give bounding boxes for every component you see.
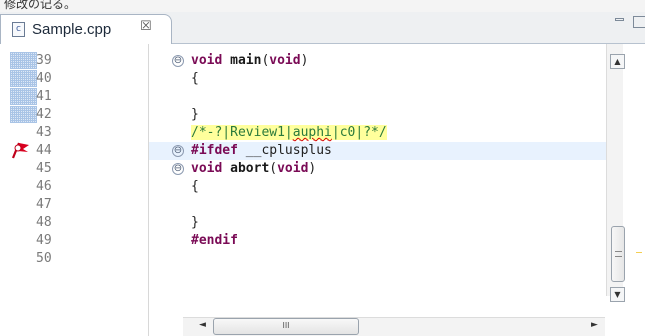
minimize-icon[interactable] [615, 18, 624, 21]
fold-collapse-icon[interactable]: ⊖ [172, 145, 184, 157]
line-number: 48 [36, 215, 52, 230]
code-line[interactable]: void abort(void) [191, 160, 316, 178]
code-line[interactable]: { [191, 178, 199, 196]
line-number: 41 [36, 89, 52, 104]
line-number: 49 [36, 233, 52, 248]
scroll-down-button[interactable]: ▼ [610, 287, 625, 302]
code-line[interactable]: #ifdef __cplusplus [191, 142, 332, 160]
line-number: 46 [36, 179, 52, 194]
review-marker-icon[interactable] [10, 140, 32, 160]
code-line[interactable]: { [191, 70, 199, 88]
tab-label: Sample.cpp [32, 21, 112, 38]
quick-diff-change-mark [10, 88, 37, 105]
code-line[interactable]: void main(void) [191, 52, 308, 70]
vertical-scroll-thumb[interactable] [611, 226, 625, 282]
cpp-file-icon: c [12, 22, 25, 37]
line-number: 50 [36, 251, 52, 266]
line-number: 39 [36, 53, 52, 68]
fold-collapse-icon[interactable]: ⊖ [172, 55, 184, 67]
scroll-up-button[interactable]: ▲ [610, 54, 625, 69]
line-number: 45 [36, 161, 52, 176]
line-number: 43 [36, 125, 52, 140]
line-number: 40 [36, 71, 52, 86]
overview-ruler-mark [636, 252, 642, 253]
quick-diff-change-mark [10, 52, 37, 69]
line-number: 47 [36, 197, 52, 212]
maximize-icon[interactable] [633, 16, 645, 28]
code-line[interactable]: #endif [191, 232, 238, 250]
line-number: 42 [36, 107, 52, 122]
code-line[interactable]: } [191, 214, 199, 232]
editor-tab-bar: c Sample.cpp ☒ [0, 12, 645, 44]
tab-sample-cpp[interactable]: c Sample.cpp ☒ [0, 14, 172, 44]
horizontal-scroll-thumb[interactable]: III [213, 318, 359, 335]
code-line[interactable]: } [191, 106, 199, 124]
fold-collapse-icon[interactable]: ⊖ [172, 163, 184, 175]
gutter-divider [148, 44, 149, 336]
scroll-left-button[interactable]: ◄ [199, 320, 206, 330]
grip-icon [615, 251, 622, 257]
code-line[interactable]: /*-?|Review1|auphi|c0|?*/ [191, 124, 387, 142]
top-caption-strip: 修改の记る。 [0, 0, 645, 12]
scroll-right-button[interactable]: ► [591, 320, 598, 330]
close-icon[interactable]: ☒ [140, 19, 152, 34]
quick-diff-change-mark [10, 106, 37, 123]
line-number: 44 [36, 143, 52, 158]
quick-diff-change-mark [10, 70, 37, 87]
cut-caption-text: 修改の记る。 [4, 0, 77, 11]
